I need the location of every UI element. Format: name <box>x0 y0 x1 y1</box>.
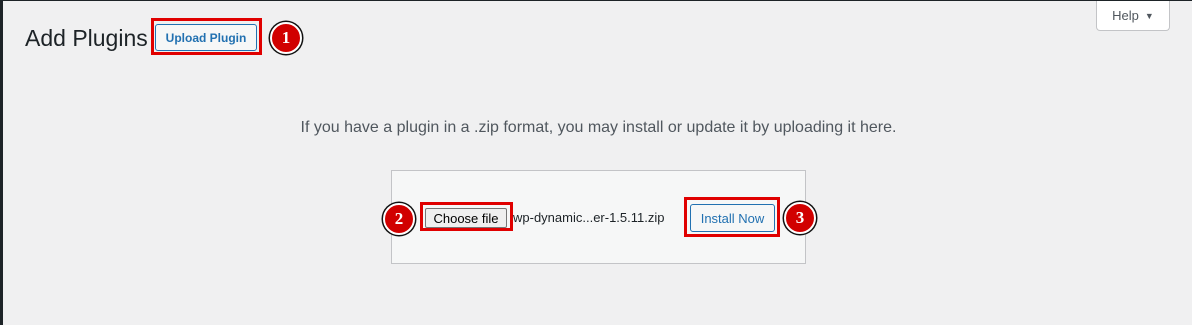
selected-file-name: wp-dynamic...er-1.5.11.zip <box>513 210 665 225</box>
upload-plugin-button[interactable]: Upload Plugin <box>155 24 257 51</box>
step3-badge: 3 <box>784 202 816 234</box>
upload-instructions: If you have a plugin in a .zip format, y… <box>300 119 897 136</box>
help-label: Help <box>1112 8 1139 23</box>
page-title: Add Plugins <box>25 25 148 51</box>
window-top-border <box>0 0 1192 1</box>
step1-badge: 1 <box>270 22 302 54</box>
caret-down-icon: ▼ <box>1144 10 1154 21</box>
step2-badge: 2 <box>383 203 415 235</box>
install-now-button[interactable]: Install Now <box>690 204 775 232</box>
choose-file-button[interactable]: Choose file <box>425 208 507 228</box>
help-tab-button[interactable]: Help ▼ <box>1096 1 1170 31</box>
admin-menu-edge <box>0 0 3 325</box>
